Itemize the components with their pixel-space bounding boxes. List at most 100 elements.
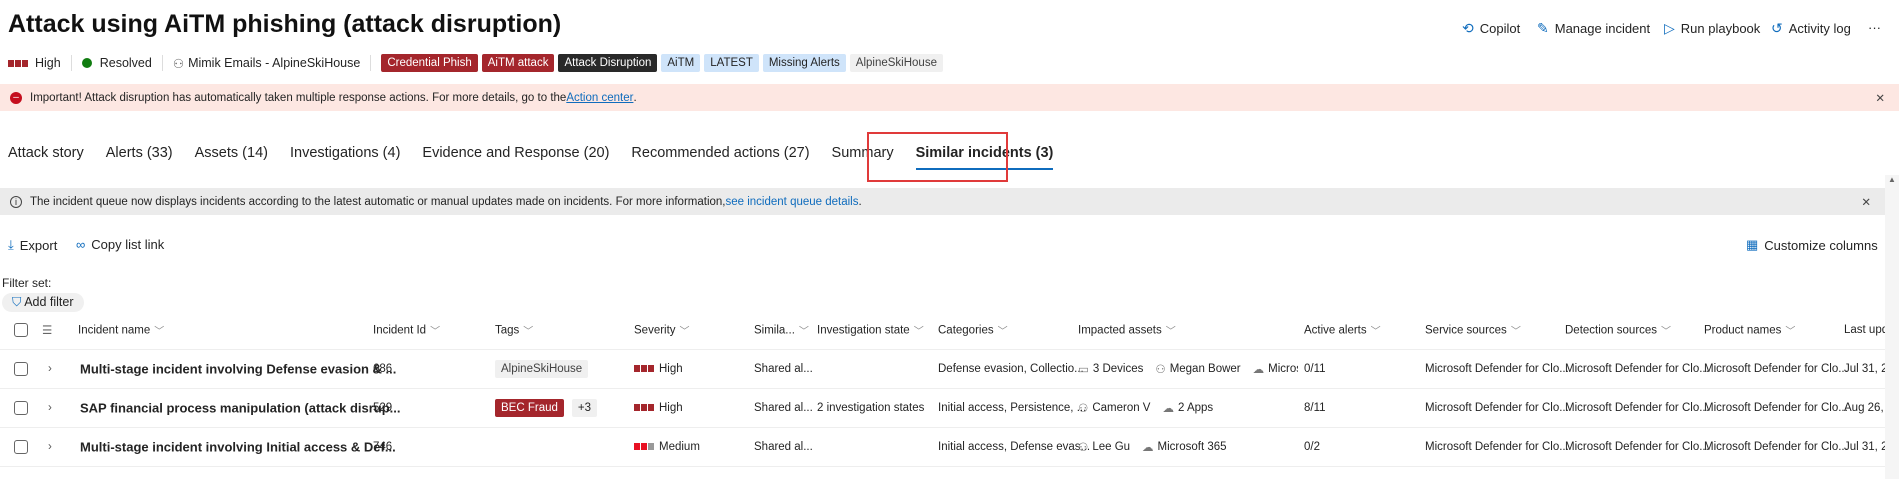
table-row[interactable]: › Multi-stage incident involving Initial… [0, 428, 1887, 467]
export-button[interactable]: ⤓ Export [8, 237, 57, 253]
impacted-asset[interactable]: Lee Gu [1092, 441, 1130, 453]
expand-chevron-icon[interactable]: › [48, 363, 52, 375]
select-all-checkbox[interactable] [14, 323, 28, 337]
column-header[interactable]: Active alerts ﹀ [1304, 323, 1381, 338]
tag: LATEST [704, 54, 759, 72]
copilot-button[interactable]: ⟲ Copilot [1462, 20, 1520, 37]
run-playbook-button[interactable]: ▷ Run playbook [1664, 20, 1760, 37]
table-row[interactable]: › SAP financial process manipulation (at… [0, 389, 1885, 428]
incident-id: 746 [373, 441, 393, 453]
chevron-down-icon: ﹀ [913, 326, 924, 338]
list-icon[interactable]: ☰ [42, 323, 52, 337]
column-header[interactable]: Product names ﹀ [1704, 323, 1795, 338]
info-icon: i [10, 195, 22, 208]
page-title: Attack using AiTM phishing (attack disru… [8, 10, 562, 38]
last-updated: Aug 26, [1844, 402, 1884, 414]
column-header[interactable]: Incident Id ﹀ [373, 323, 440, 338]
severity-icon [634, 402, 655, 414]
tab-4[interactable]: Evidence and Response (20) [422, 145, 609, 161]
incident-name[interactable]: Multi-stage incident involving Initial a… [80, 440, 396, 455]
tag: BEC Fraud [495, 399, 564, 417]
service-sources: Microsoft Defender for Clo... [1425, 441, 1569, 453]
disruption-banner: – Important! Attack disruption has autom… [0, 84, 1899, 111]
more-tags[interactable]: +3 [571, 399, 598, 417]
row-checkbox[interactable] [14, 440, 28, 454]
info-bar: i The incident queue now displays incide… [0, 188, 1885, 215]
product-names: Microsoft Defender for Clo... [1704, 402, 1848, 414]
impacted-asset[interactable]: Microso [1268, 363, 1298, 375]
chevron-down-icon: ﹀ [1165, 326, 1176, 338]
incident-id: 529 [373, 402, 393, 414]
tab-3[interactable]: Investigations (4) [290, 145, 400, 161]
column-header[interactable]: Incident name ﹀ [78, 323, 164, 338]
cloud-icon: ☁ [1162, 403, 1174, 415]
copilot-icon: ⟲ [1462, 20, 1474, 36]
tag: AlpineSkiHouse [849, 54, 943, 72]
column-header[interactable]: Tags ﹀ [495, 323, 533, 338]
tag: AiTM [661, 54, 701, 72]
customize-columns-button[interactable]: ▦ Customize columns [1746, 237, 1878, 253]
table-row[interactable]: › Multi-stage incident involving Defense… [0, 350, 1888, 389]
severity-icon [634, 441, 655, 453]
row-checkbox[interactable] [14, 401, 28, 415]
play-icon: ▷ [1664, 20, 1675, 36]
investigation-state: 2 investigation states [817, 402, 925, 414]
tab-1[interactable]: Alerts (33) [106, 145, 173, 161]
impacted-asset[interactable]: Cameron V [1092, 402, 1150, 414]
impacted-asset[interactable]: 2 Apps [1178, 402, 1213, 414]
service-sources: Microsoft Defender for Clo... [1425, 363, 1569, 375]
service-sources: Microsoft Defender for Clo... [1425, 402, 1569, 414]
copy-list-link-button[interactable]: ∞ Copy list link [76, 237, 164, 252]
tab-2[interactable]: Assets (14) [195, 145, 268, 161]
impacted-asset[interactable]: 3 Devices [1093, 363, 1144, 375]
highlight-box [867, 132, 1008, 182]
expand-chevron-icon[interactable]: › [48, 441, 52, 453]
activity-log-button[interactable]: ↺ Activity log [1771, 20, 1851, 37]
last-updated: Jul 31, 2 [1844, 363, 1888, 375]
chevron-down-icon: ﹀ [1370, 326, 1381, 338]
scrollbar[interactable]: ▲ [1885, 175, 1899, 479]
incident-name[interactable]: Multi-stage incident involving Defense e… [80, 362, 396, 377]
cloud-icon: ☁ [1252, 364, 1265, 376]
column-header[interactable]: Simila... ﹀ [754, 323, 809, 338]
add-filter-button[interactable]: ⛉ Add filter [2, 293, 84, 312]
action-center-link[interactable]: Action center [566, 92, 633, 104]
tag: Missing Alerts [762, 54, 846, 72]
chevron-down-icon: ﹀ [523, 326, 534, 338]
tab-5[interactable]: Recommended actions (27) [631, 145, 809, 161]
column-header[interactable]: Categories ﹀ [938, 323, 1008, 338]
tag: Credential Phish [381, 54, 478, 72]
impacted-asset[interactable]: Microsoft 365 [1158, 441, 1227, 453]
categories: Initial access, Defense evas... [938, 441, 1091, 453]
user-icon: ⚇ [1078, 403, 1089, 415]
column-header[interactable]: Last upd [1844, 324, 1888, 336]
chevron-down-icon: ﹀ [154, 326, 165, 338]
detection-sources: Microsoft Defender for Clo... [1565, 441, 1709, 453]
close-icon[interactable]: ✕ [1861, 195, 1871, 209]
chevron-down-icon: ﹀ [997, 326, 1008, 338]
pencil-icon: ✎ [1537, 20, 1549, 36]
error-icon: – [10, 91, 22, 104]
column-header[interactable]: Severity ﹀ [634, 323, 690, 338]
tab-0[interactable]: Attack story [8, 145, 84, 161]
column-header[interactable]: Investigation state ﹀ [817, 323, 924, 338]
severity-icon [8, 56, 29, 70]
manage-incident-button[interactable]: ✎ Manage incident [1537, 20, 1650, 37]
column-header[interactable]: Impacted assets ﹀ [1078, 323, 1176, 338]
close-icon[interactable]: ✕ [1875, 91, 1885, 105]
categories: Initial access, Persistence, ... [938, 402, 1087, 414]
chevron-down-icon: ﹀ [798, 326, 809, 338]
incident-id: 686 [373, 363, 393, 375]
incident-name[interactable]: SAP financial process manipulation (atta… [80, 401, 401, 416]
expand-chevron-icon[interactable]: › [48, 402, 52, 414]
more-button[interactable]: ··· [1868, 20, 1881, 35]
active-alerts: 8/11 [1304, 402, 1326, 414]
row-checkbox[interactable] [14, 362, 28, 376]
queue-details-link[interactable]: see incident queue details [726, 196, 859, 208]
column-header[interactable]: Detection sources ﹀ [1565, 323, 1671, 338]
columns-icon: ▦ [1746, 237, 1759, 252]
column-header[interactable]: Service sources ﹀ [1425, 323, 1521, 338]
product-names: Microsoft Defender for Clo... [1704, 441, 1848, 453]
impacted-asset[interactable]: Megan Bower [1170, 363, 1241, 375]
cloud-icon: ☁ [1142, 442, 1154, 454]
